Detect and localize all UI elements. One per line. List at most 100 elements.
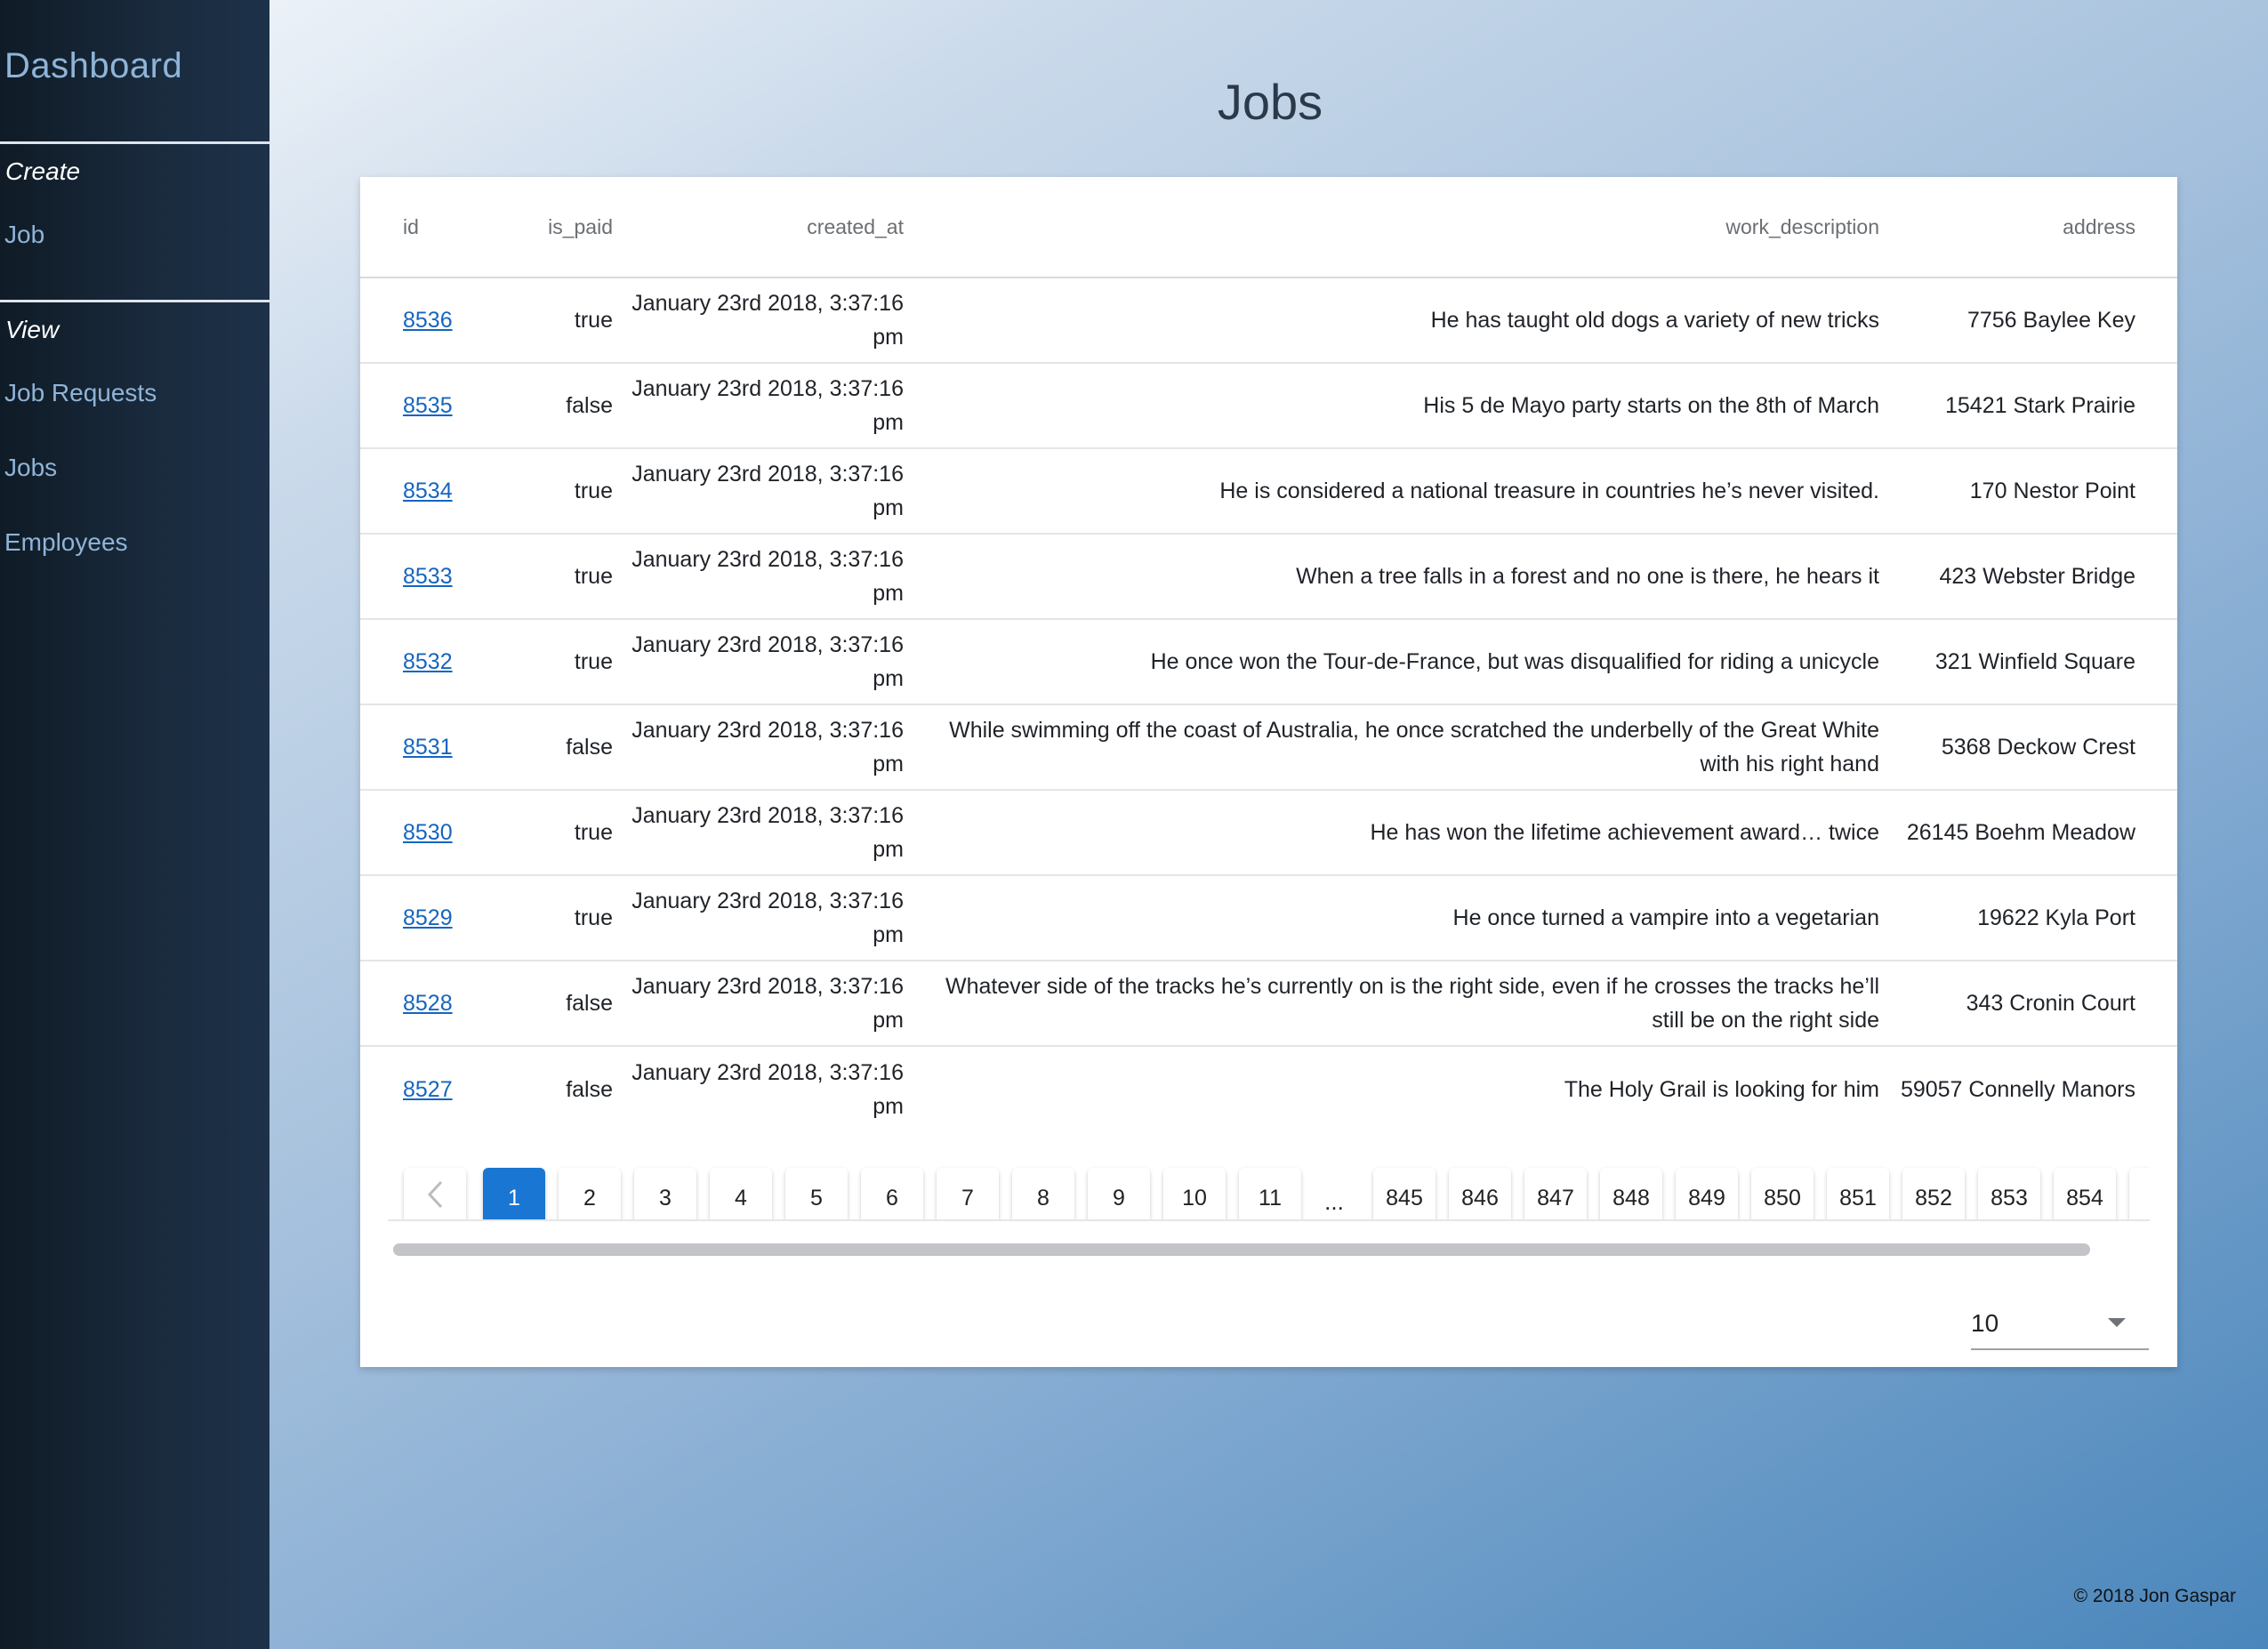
cell-address: 15421 Stark Prairie <box>1886 363 2177 449</box>
job-id-link[interactable]: 8527 <box>403 1077 453 1102</box>
column-header-address[interactable]: address <box>1886 177 2177 278</box>
sidebar-section-view: View <box>5 316 60 343</box>
sidebar-item-employees[interactable]: Employees <box>4 528 128 557</box>
cell-address: 5368 Deckow Crest <box>1886 704 2177 791</box>
column-header-created-at[interactable]: created_at <box>616 177 907 278</box>
cell-is-paid: true <box>467 790 616 876</box>
cell-work-description: He has won the lifetime achievement awar… <box>907 790 1886 876</box>
page-button-853[interactable]: 853 <box>1978 1168 2040 1219</box>
sidebar-item-jobs[interactable]: Jobs <box>4 454 57 482</box>
cell-work-description: The Holy Grail is looking for him <box>1564 1076 1879 1102</box>
cell-address: 423 Webster Bridge <box>1886 534 2177 620</box>
cell-address: 19622 Kyla Port <box>1886 875 2177 961</box>
next-page-button[interactable] <box>2129 1168 2150 1219</box>
table-header-row: id is_paid created_at work_description a… <box>360 177 2177 278</box>
page-button-850[interactable]: 850 <box>1751 1168 1814 1219</box>
cell-id: 8529 <box>360 875 467 961</box>
page-button-848[interactable]: 848 <box>1600 1168 1662 1219</box>
table-row: 8532 true January 23rd 2018, 3:37:16 pm He … <box>360 619 2177 705</box>
page-button-854[interactable]: 854 <box>2054 1168 2116 1219</box>
sidebar-section-create: Create <box>5 157 81 185</box>
cell-is-paid: true <box>467 278 616 364</box>
cell-is-paid: true <box>467 875 616 961</box>
job-id-link[interactable]: 8534 <box>403 479 453 503</box>
pagination-scrollbar[interactable] <box>388 1242 2150 1256</box>
prev-page-button[interactable] <box>404 1168 466 1219</box>
page-button-10[interactable]: 10 <box>1163 1168 1226 1219</box>
page-button-2[interactable]: 2 <box>559 1168 621 1219</box>
rows-per-page-value: 10 <box>1971 1309 1999 1337</box>
column-header-id[interactable]: id <box>360 177 467 278</box>
page-button-851[interactable]: 851 <box>1827 1168 1889 1219</box>
table-row: 8531 false January 23rd 2018, 3:37:16 pm Wh… <box>360 704 2177 791</box>
rows-per-page-select[interactable]: 10 <box>1971 1300 2149 1350</box>
scrollbar-thumb[interactable] <box>393 1243 2090 1256</box>
cell-created-at: January 23rd 2018, 3:37:16 pm <box>616 363 907 449</box>
sidebar-item-job-requests[interactable]: Job Requests <box>4 379 157 407</box>
job-id-link[interactable]: 8532 <box>403 649 453 674</box>
cell-id: 8527 <box>360 1046 467 1131</box>
cell-is-paid: false <box>467 363 616 449</box>
page-button-6[interactable]: 6 <box>861 1168 923 1219</box>
cell-is-paid: false <box>467 961 616 1047</box>
table-row: 8536 true January 23rd 2018, 3:37:16 pm He … <box>360 278 2177 364</box>
cell-created-at: January 23rd 2018, 3:37:16 pm <box>616 961 907 1047</box>
cell-work-description: Whatever side of the tracks he’s current… <box>907 961 1886 1047</box>
sidebar-item-job[interactable]: Job <box>4 221 44 249</box>
page-button-4[interactable]: 4 <box>710 1168 772 1219</box>
column-header-work-description[interactable]: work_description <box>907 177 1886 278</box>
page-button-3[interactable]: 3 <box>634 1168 696 1219</box>
table-row: 8535 false January 23rd 2018, 3:37:16 pm Hi… <box>360 363 2177 449</box>
cell-is-paid: false <box>467 704 616 791</box>
page-button-845[interactable]: 845 <box>1373 1168 1436 1219</box>
job-id-link[interactable]: 8535 <box>403 393 453 418</box>
job-id-link[interactable]: 8533 <box>403 564 453 589</box>
cell-created-at: January 23rd 2018, 3:37:16 pm <box>616 790 907 876</box>
sidebar: Dashboard Create Job View Job Requests J… <box>0 0 269 1649</box>
sidebar-divider <box>0 141 269 144</box>
column-header-is-paid[interactable]: is_paid <box>467 177 616 278</box>
table-row: 8530 true January 23rd 2018, 3:37:16 pm He … <box>360 790 2177 876</box>
page-button-847[interactable]: 847 <box>1524 1168 1587 1219</box>
cell-created-at: January 23rd 2018, 3:37:16 pm <box>616 534 907 620</box>
page-button-849[interactable]: 849 <box>1676 1168 1738 1219</box>
job-id-link[interactable]: 8529 <box>403 905 453 930</box>
page-button-852[interactable]: 852 <box>1902 1168 1965 1219</box>
page-button-11[interactable]: 11 <box>1239 1168 1301 1219</box>
page-title: Jobs <box>1217 74 1323 130</box>
page-button-846[interactable]: 846 <box>1449 1168 1511 1219</box>
table-row: 8534 true January 23rd 2018, 3:37:16 pm He … <box>360 448 2177 535</box>
page-button-1[interactable]: 1 <box>483 1168 545 1219</box>
cell-id: 8531 <box>360 704 467 791</box>
cell-is-paid: true <box>467 534 616 620</box>
pagination-ellipsis: ... <box>1324 1188 1344 1215</box>
cell-id: 8534 <box>360 448 467 535</box>
sidebar-title[interactable]: Dashboard <box>4 46 182 86</box>
cell-work-description: While swimming off the coast of Australi… <box>907 704 1886 791</box>
jobs-table: id is_paid created_at work_description a… <box>360 177 2177 1131</box>
cell-is-paid: false <box>566 1076 613 1102</box>
cell-created-at: January 23rd 2018, 3:37:16 pm <box>616 619 907 705</box>
page-button-9[interactable]: 9 <box>1088 1168 1150 1219</box>
cell-work-description: His 5 de Mayo party starts on the 8th of… <box>907 363 1886 449</box>
cell-is-paid: true <box>467 619 616 705</box>
chevron-left-icon <box>425 1178 445 1219</box>
job-id-link[interactable]: 8531 <box>403 735 453 760</box>
cell-work-description: When a tree falls in a forest and no one… <box>907 534 1886 620</box>
table-row: 8528 false January 23rd 2018, 3:37:16 pm Wh… <box>360 961 2177 1047</box>
cell-id: 8535 <box>360 363 467 449</box>
cell-address: 26145 Boehm Meadow <box>1886 790 2177 876</box>
page-button-5[interactable]: 5 <box>785 1168 848 1219</box>
table-row: 8533 true January 23rd 2018, 3:37:16 pm Whe… <box>360 534 2177 620</box>
page-button-8[interactable]: 8 <box>1012 1168 1074 1219</box>
footer-copyright: © 2018 Jon Gaspar <box>2073 1586 2236 1606</box>
cell-address: 59057 Connelly Manors <box>1900 1076 2135 1102</box>
job-id-link[interactable]: 8530 <box>403 820 453 845</box>
cell-address: 343 Cronin Court <box>1886 961 2177 1047</box>
cell-id: 8536 <box>360 278 467 364</box>
job-id-link[interactable]: 8536 <box>403 308 453 333</box>
job-id-link[interactable]: 8528 <box>403 991 453 1016</box>
cell-work-description: He once won the Tour-de-France, but was … <box>907 619 1886 705</box>
page-button-7[interactable]: 7 <box>937 1168 999 1219</box>
cell-work-description: He once turned a vampire into a vegetari… <box>907 875 1886 961</box>
